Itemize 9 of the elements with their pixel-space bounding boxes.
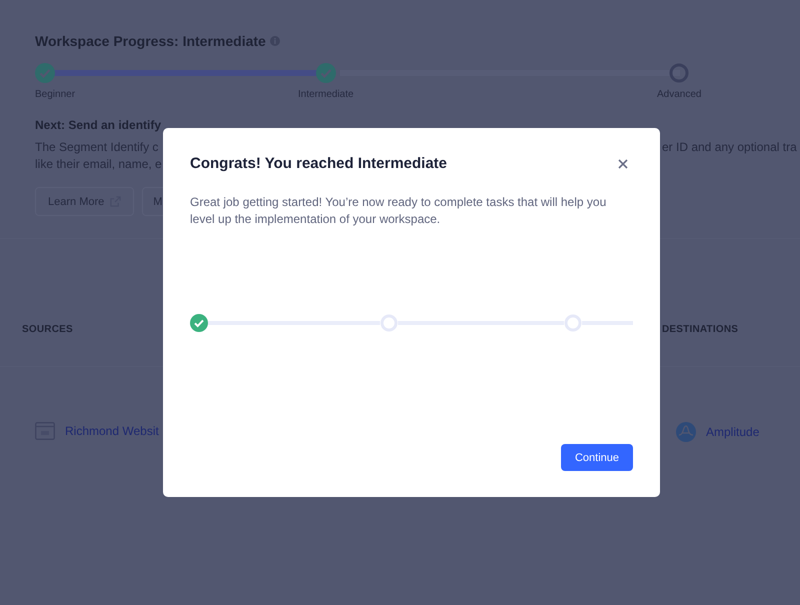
next-heading: Next: Send an identify	[35, 118, 162, 132]
continue-button[interactable]: Continue	[561, 444, 633, 471]
close-button[interactable]	[616, 156, 630, 170]
modal-title: Congrats! You reached Intermediate	[190, 155, 448, 172]
section-heading: DESTINATIONS	[662, 324, 738, 335]
wave-logo-icon	[676, 422, 696, 442]
modal-message: Great job getting started! You’re now ready to complete tasks that will help you level up the implementation of your workspace.	[190, 194, 608, 228]
progress-title: Workspace Progress: Intermediate	[35, 33, 266, 49]
section-heading: SOURCES	[22, 324, 73, 335]
